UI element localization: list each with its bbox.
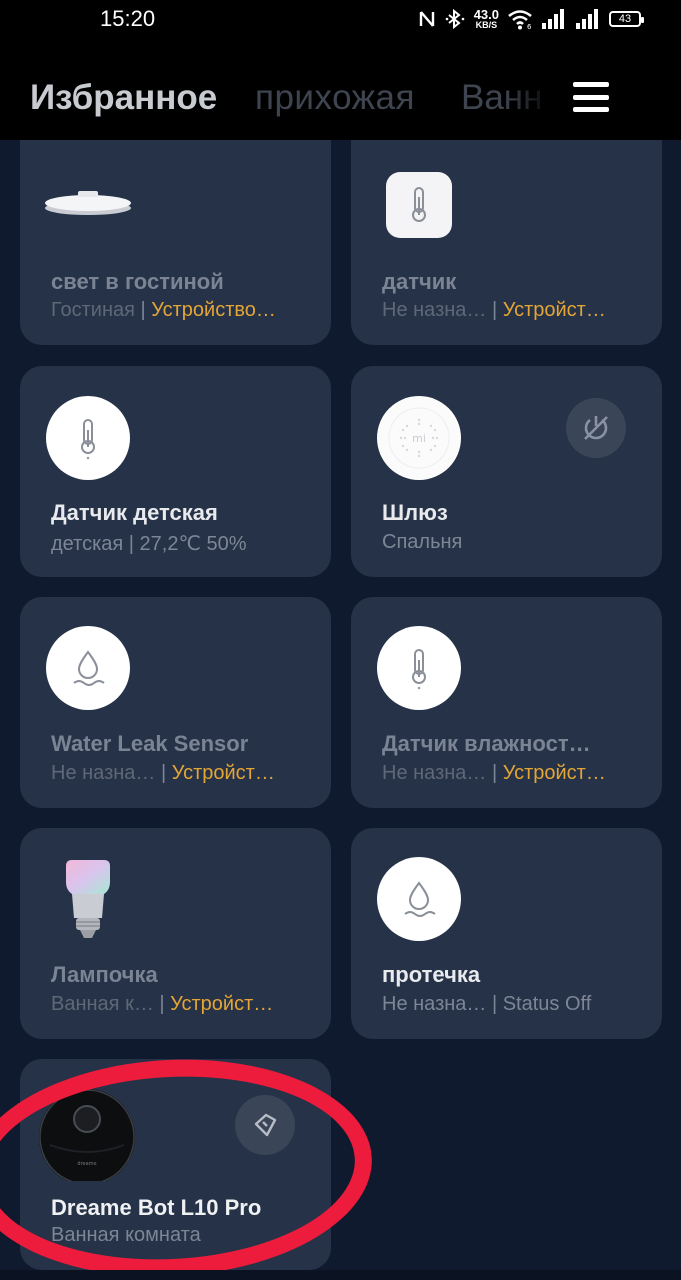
menu-button[interactable] xyxy=(573,82,609,112)
device-name: Датчик детская xyxy=(51,500,218,525)
device-subtitle: Не назна… | Устройст… xyxy=(382,299,606,321)
water-drop-icon xyxy=(377,857,461,941)
device-card[interactable]: Датчик детская детская | 27,2℃ 50% xyxy=(20,366,331,577)
svg-text:dreame: dreame xyxy=(77,1161,96,1167)
device-card[interactable]: датчик Не назна… | Устройст… xyxy=(351,140,662,345)
thermometer-icon xyxy=(46,396,130,480)
device-name: свет в гостиной xyxy=(51,269,224,294)
tab-hallway[interactable]: прихожая xyxy=(255,78,415,118)
bluetooth-icon xyxy=(444,8,466,30)
signal-icon xyxy=(575,8,601,30)
device-subtitle: Не назна… | Устройст… xyxy=(51,762,275,784)
clean-icon[interactable] xyxy=(235,1095,295,1155)
status-icons: 43.0 KB/S 6 43 xyxy=(418,6,644,32)
device-card[interactable]: Датчик влажност… Не назна… | Устройст… xyxy=(351,597,662,808)
tab-favorites[interactable]: Избранное xyxy=(30,78,217,118)
device-subtitle: Не назна… | Устройст… xyxy=(382,762,606,784)
device-name: Лампочка xyxy=(51,962,158,987)
bulb-icon xyxy=(62,858,114,947)
device-name: датчик xyxy=(382,269,457,294)
water-drop-icon xyxy=(46,626,130,710)
device-name: Dreame Bot L10 Pro xyxy=(51,1195,262,1220)
device-card[interactable]: свет в гостиной Гостиная | Устройство… xyxy=(20,140,331,345)
thermometer-icon xyxy=(377,626,461,710)
wifi-icon: 6 xyxy=(507,8,533,30)
device-name: Шлюз xyxy=(382,500,448,525)
device-name: Датчик влажност… xyxy=(382,731,591,756)
device-subtitle: Гостиная | Устройство… xyxy=(51,299,276,321)
svg-text:mi: mi xyxy=(412,432,426,445)
device-subtitle: Спальня xyxy=(382,531,463,553)
robot-vacuum-icon: dreame xyxy=(34,1089,140,1186)
device-subtitle: детская | 27,2℃ 50% xyxy=(51,533,247,555)
device-name: Water Leak Sensor xyxy=(51,731,249,756)
device-card[interactable]: Лампочка Ванная к… | Устройст… xyxy=(20,828,331,1039)
thermometer-sensor-icon xyxy=(386,172,452,238)
status-bar: 15:20 43.0 KB/S 6 43 xyxy=(0,0,681,40)
bottom-strip xyxy=(0,1270,681,1280)
battery-icon: 43 xyxy=(609,11,644,27)
hamburger-icon xyxy=(573,82,609,87)
device-card[interactable]: dreame Dreame Bot L10 Pro Ванная комната xyxy=(20,1059,331,1270)
nfc-icon xyxy=(418,9,436,29)
gateway-icon: mi xyxy=(377,396,461,480)
device-card[interactable]: Water Leak Sensor Не назна… | Устройст… xyxy=(20,597,331,808)
device-card[interactable]: протечка Не назна… | Status Off xyxy=(351,828,662,1039)
device-name: протечка xyxy=(382,962,481,987)
battery-level: 43 xyxy=(618,13,632,25)
device-subtitle: Ванная комната xyxy=(51,1224,201,1246)
device-card[interactable]: mi Шлюз Спальня xyxy=(351,366,662,577)
status-time: 15:20 xyxy=(100,6,156,31)
power-off-icon[interactable] xyxy=(566,398,626,458)
device-subtitle: Ванная к… | Устройст… xyxy=(51,993,274,1015)
network-speed: 43.0 KB/S xyxy=(474,8,499,30)
svg-text:6: 6 xyxy=(527,23,532,30)
ceiling-light-icon xyxy=(44,188,132,223)
net-speed-unit: KB/S xyxy=(475,20,498,30)
room-tabs-header: Избранное прихожая Ванная комната xyxy=(0,40,681,140)
signal-icon xyxy=(541,8,567,30)
tabs-fade-overlay xyxy=(505,70,565,130)
device-subtitle: Не назна… | Status Off xyxy=(382,993,592,1015)
